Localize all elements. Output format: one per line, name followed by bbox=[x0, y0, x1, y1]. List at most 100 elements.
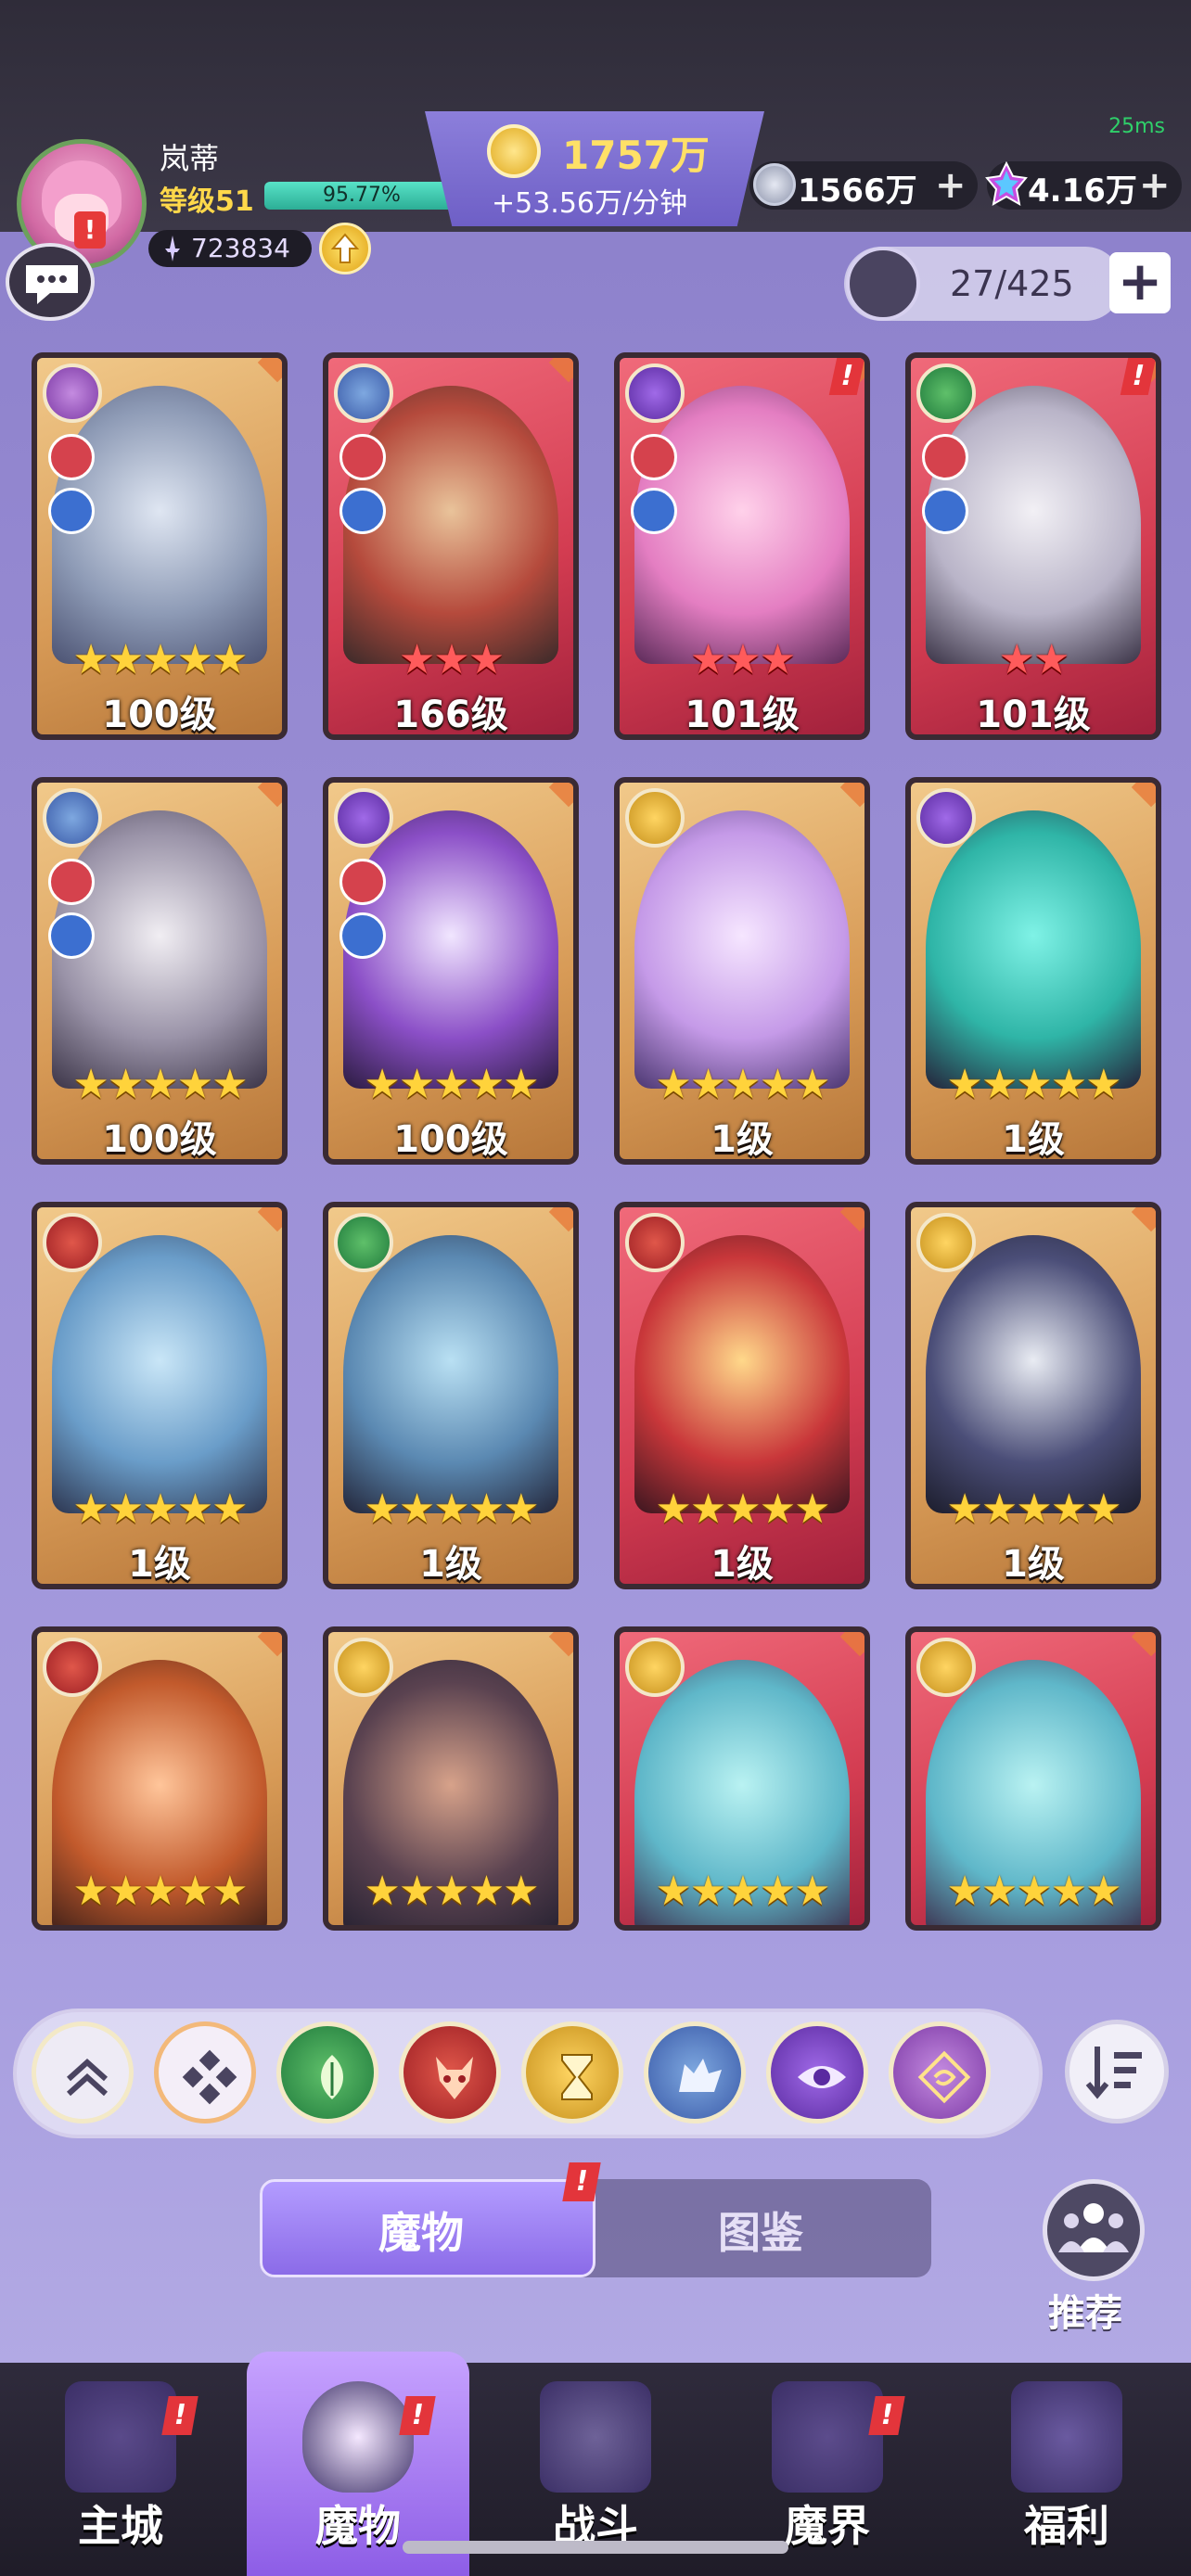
star-icon: ★ bbox=[946, 1486, 982, 1533]
monster-card[interactable]: ! ★★ 101级 bbox=[905, 352, 1161, 740]
monster-card[interactable]: ★★★★★ 1级 bbox=[905, 777, 1161, 1165]
monster-card[interactable]: ★★★★★ 1级 bbox=[323, 1202, 579, 1589]
star-icon: ★ bbox=[503, 1486, 539, 1533]
monster-card[interactable]: ★★★★★ 100级 bbox=[323, 777, 579, 1165]
monster-card[interactable]: ! ★★★ 101级 bbox=[614, 352, 870, 740]
chat-icon bbox=[26, 265, 78, 304]
xp-percent: 95.77% bbox=[323, 184, 401, 207]
star-rating: ★★★★★ bbox=[620, 1486, 864, 1533]
eye-element-icon bbox=[334, 788, 393, 848]
monster-card[interactable]: ★★★★★ bbox=[32, 1626, 288, 1931]
star-icon: ★ bbox=[1016, 1486, 1052, 1533]
demon-element-icon bbox=[625, 1213, 685, 1272]
star-icon: ★ bbox=[794, 1486, 830, 1533]
monster-card[interactable]: ★★★★★ 1级 bbox=[32, 1202, 288, 1589]
star-icon: ★ bbox=[1050, 1486, 1087, 1533]
filter-eye-button[interactable] bbox=[766, 2021, 868, 2123]
filter-hourglass-button[interactable] bbox=[521, 2021, 623, 2123]
sort-icon bbox=[1085, 2047, 1142, 2099]
monster-portrait bbox=[926, 1235, 1141, 1513]
monster-card[interactable]: ★★★ 166级 bbox=[323, 352, 579, 740]
star-icon: ★ bbox=[759, 1486, 796, 1533]
expand-capacity-button[interactable]: + bbox=[1109, 252, 1171, 313]
attack-class-icon bbox=[48, 859, 95, 905]
star-icon: ★ bbox=[1033, 636, 1069, 683]
nav-notification-badge: ! bbox=[399, 2396, 436, 2435]
star-rating: ★★★★★ bbox=[37, 1486, 282, 1533]
chat-button[interactable] bbox=[6, 243, 95, 321]
star-icon: ★ bbox=[142, 636, 178, 683]
filter-wolf-button[interactable] bbox=[644, 2021, 746, 2123]
hourglass-element-icon bbox=[625, 788, 685, 848]
star-icon: ★ bbox=[211, 1868, 248, 1915]
sword-shield-icon bbox=[540, 2381, 651, 2493]
star-rating: ★★★★★ bbox=[37, 1061, 282, 1108]
monster-level: 1级 bbox=[711, 1543, 774, 1586]
star-icon: ★ bbox=[946, 1868, 982, 1915]
gold-rate: +53.56万/分钟 bbox=[492, 187, 688, 220]
monster-card[interactable]: ★★★★★ 100级 bbox=[32, 777, 288, 1165]
monster-flame-icon bbox=[302, 2381, 414, 2493]
monster-capacity-icon bbox=[846, 247, 920, 321]
sword-icon bbox=[165, 236, 180, 261]
recommend-button[interactable] bbox=[1043, 2179, 1145, 2281]
home-indicator bbox=[403, 2541, 788, 2554]
star-icon: ★ bbox=[467, 1486, 505, 1533]
add-silver-button[interactable]: + bbox=[935, 167, 967, 204]
filter-demon-button[interactable] bbox=[399, 2021, 501, 2123]
tab-codex[interactable]: 图鉴 bbox=[718, 2200, 803, 2261]
star-icon: ★ bbox=[1085, 1061, 1121, 1108]
monster-level: 101级 bbox=[685, 694, 800, 736]
star-rating: ★★★★★ bbox=[911, 1061, 1156, 1108]
monster-card[interactable]: ★★★★★ 1级 bbox=[905, 1202, 1161, 1589]
monster-card[interactable]: ★★★★★ 100级 bbox=[32, 352, 288, 740]
star-icon: ★ bbox=[503, 1868, 539, 1915]
filter-wind-button[interactable] bbox=[889, 2021, 991, 2123]
sort-button[interactable] bbox=[1065, 2020, 1169, 2123]
star-icon: ★ bbox=[433, 1486, 469, 1533]
monster-portrait bbox=[926, 810, 1141, 1089]
monster-level: 101级 bbox=[976, 694, 1091, 736]
star-icon: ★ bbox=[655, 1868, 691, 1915]
star-icon: ★ bbox=[1050, 1868, 1087, 1915]
wind-element-icon bbox=[43, 363, 102, 423]
star-icon: ★ bbox=[1085, 1868, 1121, 1915]
star-icon: ★ bbox=[433, 1061, 469, 1108]
nav-label: 福利 bbox=[1024, 2501, 1109, 2551]
collapse-filter-button[interactable] bbox=[32, 2021, 134, 2123]
hourglass-element-icon bbox=[625, 1638, 685, 1697]
star-icon: ★ bbox=[107, 1486, 144, 1533]
monster-card[interactable]: ★★★★★ 1级 bbox=[614, 1202, 870, 1589]
defense-class-icon bbox=[48, 488, 95, 534]
star-icon: ★ bbox=[176, 1486, 213, 1533]
star-rating: ★★★★★ bbox=[328, 1486, 573, 1533]
nav-castle[interactable]: 主城! bbox=[9, 2363, 232, 2576]
arrow-up-icon bbox=[331, 233, 359, 263]
star-icon: ★ bbox=[1016, 1061, 1052, 1108]
nav-treasure-chest[interactable]: 福利 bbox=[955, 2363, 1178, 2576]
monster-grid: ★★★★★ 100级 ★★★ 166级! ★★★ 101级! ★★ 101级 ★★★★★ 100级… bbox=[32, 352, 1163, 1957]
monster-card[interactable]: ★★★★★ bbox=[323, 1626, 579, 1931]
defense-class-icon bbox=[922, 488, 968, 534]
add-gem-button[interactable]: + bbox=[1139, 167, 1171, 204]
star-icon: ★ bbox=[503, 1061, 539, 1108]
monster-card[interactable]: ★★★★★ 1级 bbox=[614, 777, 870, 1165]
monster-level: 1级 bbox=[711, 1118, 774, 1161]
ping-indicator: 25ms bbox=[1108, 115, 1165, 138]
star-icon: ★ bbox=[142, 1061, 178, 1108]
star-icon: ★ bbox=[398, 1486, 435, 1533]
star-rating: ★★ bbox=[911, 636, 1156, 683]
filter-leaf-button[interactable] bbox=[276, 2021, 378, 2123]
monster-level: 1级 bbox=[419, 1543, 482, 1586]
wolf-element-icon bbox=[43, 788, 102, 848]
star-icon: ★ bbox=[1085, 1486, 1121, 1533]
star-icon: ★ bbox=[211, 636, 248, 683]
player-name: 岚蒂 bbox=[160, 141, 220, 176]
level-up-button[interactable] bbox=[319, 223, 371, 274]
monster-level: 1级 bbox=[1002, 1543, 1065, 1586]
monster-card[interactable]: ★★★★★ bbox=[614, 1626, 870, 1931]
monster-card[interactable]: ★★★★★ bbox=[905, 1626, 1161, 1931]
filter-all-button[interactable] bbox=[154, 2021, 256, 2123]
star-icon: ★ bbox=[176, 1868, 213, 1915]
eye-icon bbox=[798, 2066, 846, 2088]
